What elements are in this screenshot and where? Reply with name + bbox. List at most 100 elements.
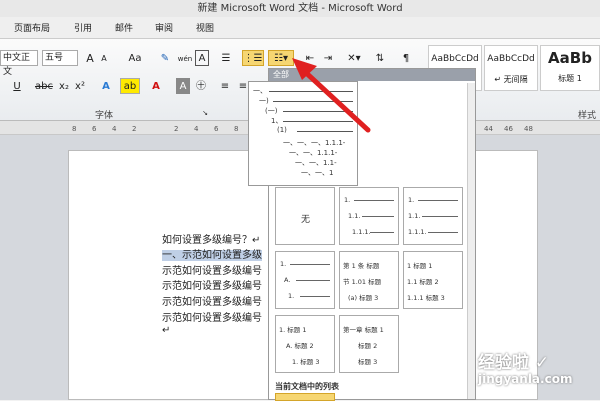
level-text: 1、 <box>271 117 283 125</box>
level-text: (一) <box>265 107 278 115</box>
level-text: 一、 <box>253 87 267 95</box>
style-name: ↵ 无间隔 <box>494 75 528 84</box>
cell-text: 1. <box>288 292 295 300</box>
char-border-button[interactable]: A <box>195 50 209 66</box>
cell-line <box>370 232 394 233</box>
level-line <box>269 91 353 92</box>
increase-indent-icon[interactable]: ⇥ <box>320 50 336 66</box>
font-group-label: 字体 <box>95 111 114 121</box>
ruler-tick: 2 <box>174 125 179 133</box>
chinese-layout-icon[interactable]: ✕▾ <box>344 50 364 66</box>
style-heading-1[interactable]: AaBb 标题 1 <box>540 45 600 91</box>
cell-line <box>354 200 394 201</box>
selected-text: 一、示范如何设置多级 <box>162 250 262 261</box>
style-no-spacing[interactable]: AaBbCcDd ↵ 无间隔 <box>484 45 538 91</box>
doc-line: ↵ <box>162 325 171 336</box>
scrollbar[interactable] <box>467 83 475 399</box>
cell-text: A. <box>284 276 291 284</box>
style-sample: AaBbCcDd <box>487 54 535 64</box>
level-text: 一、一、1.1- <box>295 159 337 167</box>
shrink-font-button[interactable]: A <box>98 50 110 66</box>
cell-text: 1.1.1. <box>352 228 371 236</box>
watermark-logo: 经验啦 ✓ <box>478 353 550 373</box>
font-dialog-launcher-icon[interactable]: ↘ <box>200 104 210 120</box>
cell-text: 第一章 标题 1 <box>343 326 384 334</box>
list-option-article[interactable]: 第 1 条 标题 节 1.01 标题 (a) 标题 3 <box>339 251 399 309</box>
doc-line: 一、示范如何设置多级 <box>162 246 262 261</box>
list-option-heading-mixed[interactable]: 1. 标题 1 A. 标题 2 1. 标题 3 <box>275 315 335 373</box>
cell-line <box>296 280 330 281</box>
list-option-chapter[interactable]: 第一章 标题 1 标题 2 标题 3 <box>339 315 399 373</box>
level-line <box>273 101 353 102</box>
window-titlebar: 新建 Microsoft Word 文档 - Microsoft Word <box>0 0 600 17</box>
doc-line: 示范如何设置多级编号 <box>162 297 262 308</box>
strikethrough-icon[interactable]: abc <box>34 78 54 94</box>
superscript-icon[interactable]: x² <box>74 78 86 94</box>
list-option-numeric-2[interactable]: 1. 1.1. 1.1.1. <box>403 187 463 245</box>
enclose-char-icon[interactable]: ㊉ <box>194 78 208 94</box>
decrease-indent-icon[interactable]: ⇤ <box>302 50 318 66</box>
clear-format-icon[interactable]: ✎ <box>156 50 174 66</box>
align-left-icon[interactable]: ≡ <box>218 78 232 94</box>
level-line <box>283 111 353 112</box>
font-size-select[interactable]: 五号 <box>42 50 78 66</box>
change-case-button[interactable]: Aa <box>126 50 144 66</box>
char-shading-icon[interactable]: A <box>176 78 190 94</box>
style-sample: AaBbCcDd <box>431 54 479 64</box>
highlight-color-icon[interactable]: ab <box>120 78 140 94</box>
cell-line <box>290 264 330 265</box>
cell-text: 1. <box>408 196 415 204</box>
ribbon-tabs: 页面布局 引用 邮件 审阅 视图 <box>0 17 600 39</box>
list-option-none[interactable]: 无 <box>275 187 335 245</box>
ruler-tick: 4 <box>194 125 199 133</box>
cell-text: 1.1.1. <box>408 228 427 236</box>
show-marks-icon[interactable]: ¶ <box>398 50 414 66</box>
level-text: 一、一、1.1.1- <box>289 149 338 157</box>
cell-text: 1.1. <box>408 212 421 220</box>
sort-icon[interactable]: ⇅ <box>372 50 388 66</box>
list-option-mixed[interactable]: 1. A. 1. <box>275 251 335 309</box>
doc-line: 示范如何设置多级编号 <box>162 281 262 292</box>
level-text: (1) <box>277 126 287 134</box>
numbering-icon[interactable]: ⋮☰ <box>242 50 264 66</box>
ruler-tick: 4 <box>112 125 117 133</box>
tab-references[interactable]: 引用 <box>74 21 92 34</box>
tab-mailings[interactable]: 邮件 <box>115 21 133 34</box>
phonetic-guide-button[interactable]: wén <box>176 50 194 66</box>
list-option-heading-numeric[interactable]: 1 标题 1 1.1 标题 2 1.1.1 标题 3 <box>403 251 463 309</box>
cell-text: 标题 3 <box>358 358 378 366</box>
cell-text: 1 标题 1 <box>407 262 433 270</box>
font-color-icon[interactable]: A <box>148 78 164 94</box>
cell-text: 1. <box>280 260 287 268</box>
bullets-icon[interactable]: ☰ <box>218 50 234 66</box>
cell-text: A. 标题 2 <box>286 342 314 350</box>
multilevel-preview-panel[interactable]: 一、 一) (一) 1、 (1) 一、一、一、1.1.1- 一、一、1.1.1-… <box>248 81 358 186</box>
cell-line <box>428 232 458 233</box>
level-text: 一、一、1 <box>301 169 334 177</box>
tab-page-layout[interactable]: 页面布局 <box>14 21 50 34</box>
cell-text: 1.1. <box>348 212 361 220</box>
ruler-tick: 48 <box>524 125 533 133</box>
subscript-icon[interactable]: x₂ <box>58 78 70 94</box>
doc-line: 示范如何设置多级编号 <box>162 266 262 277</box>
styles-group-label: 样式 <box>578 111 597 121</box>
ruler-tick: 8 <box>72 125 77 133</box>
cell-text: 1. 标题 3 <box>292 358 320 366</box>
multilevel-list-icon[interactable]: ☷▾ <box>268 50 294 66</box>
cell-text: 无 <box>301 215 311 225</box>
ruler-tick: 6 <box>92 125 97 133</box>
tab-review[interactable]: 审阅 <box>155 21 173 34</box>
grow-font-button[interactable]: A <box>84 50 96 66</box>
cell-text: 第 1 条 标题 <box>343 262 380 270</box>
ruler-tick: 2 <box>132 125 137 133</box>
doc-line: 如何设置多级编号？↵ <box>162 235 261 246</box>
tab-view[interactable]: 视图 <box>196 21 214 34</box>
font-name-select[interactable]: 中文正文 <box>0 50 38 77</box>
cell-line <box>422 216 458 217</box>
underline-icon[interactable]: U <box>10 78 24 94</box>
text-effects-icon[interactable]: A <box>98 78 114 94</box>
cell-text: 节 1.01 标题 <box>343 278 382 286</box>
list-option-numeric[interactable]: 1. 1.1. 1.1.1. <box>339 187 399 245</box>
cell-text: 1.1.1 标题 3 <box>407 294 445 302</box>
ruler-tick: 8 <box>234 125 239 133</box>
